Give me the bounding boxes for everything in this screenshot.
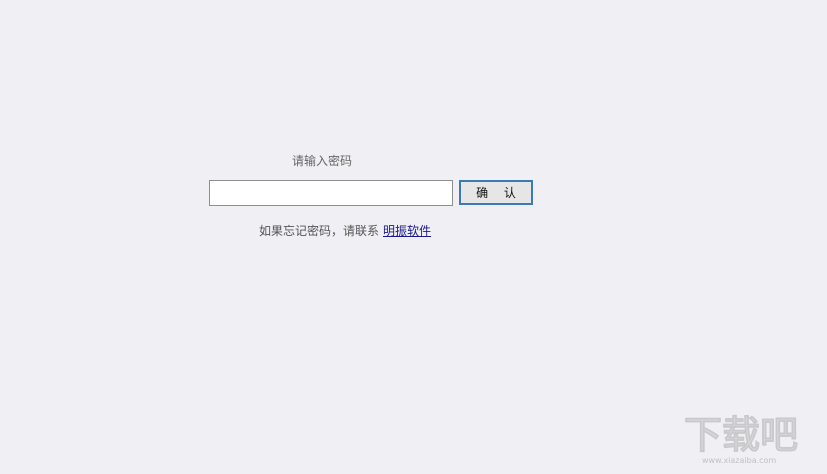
contact-link[interactable]: 明振软件 (383, 224, 431, 238)
forgot-password-text: 如果忘记密码，请联系 (258, 224, 379, 238)
site-logo-icon: 下载吧 www.xiazaiba.com (682, 408, 817, 466)
password-prompt: 请输入密码 (291, 154, 352, 168)
password-input[interactable] (209, 180, 453, 206)
watermark-site-text: www.xiazaiba.com (702, 456, 776, 465)
confirm-button[interactable]: 确 认 (459, 180, 533, 205)
forgot-password-note: 如果忘记密码，请联系 明振软件 (200, 222, 490, 240)
watermark-logo-text: 下载吧 (684, 413, 798, 457)
